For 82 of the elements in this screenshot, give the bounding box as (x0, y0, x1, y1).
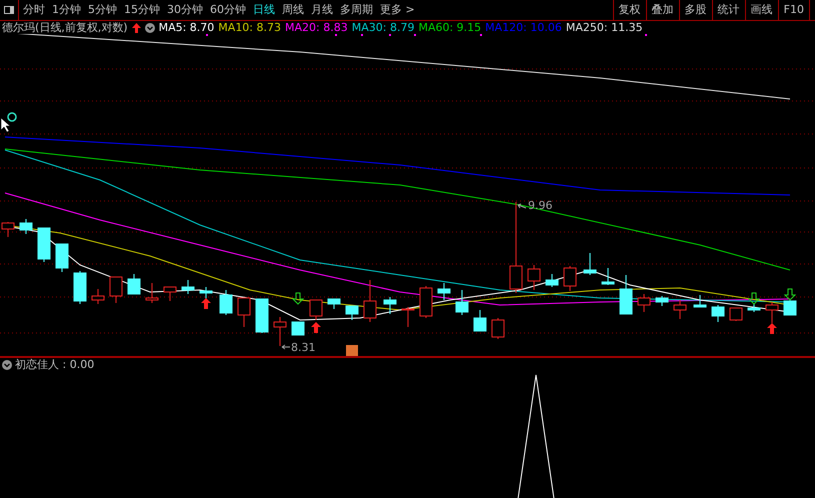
period-tab[interactable]: 多周期 (340, 2, 373, 18)
period-tab[interactable]: 更多 > (380, 2, 415, 18)
toolbar-button[interactable]: 统计 (712, 0, 745, 20)
candlestick (656, 296, 668, 306)
candlestick (146, 282, 158, 304)
down-arrow-icon (292, 292, 304, 305)
toolbar-button[interactable]: 画线 (744, 0, 778, 20)
candlestick (766, 302, 778, 324)
candlestick (56, 244, 68, 272)
candlestick (420, 286, 432, 318)
candlestick (328, 298, 340, 310)
candlestick (20, 218, 32, 234)
period-tab[interactable]: 分时 (23, 2, 45, 18)
chevron-circle-icon[interactable] (144, 22, 155, 32)
period-tab[interactable]: 5分钟 (88, 2, 117, 18)
candlestick (364, 280, 376, 322)
up-arrow-icon (767, 323, 777, 334)
ma-value: MA20: 8.83 (285, 21, 348, 34)
candlestick (456, 290, 468, 316)
candlestick (694, 294, 706, 308)
period-tab[interactable]: 日线 (253, 2, 275, 18)
candlestick (528, 264, 540, 290)
candlestick (128, 274, 140, 294)
period-tab[interactable]: 周线 (282, 2, 304, 18)
leader-line (282, 344, 290, 350)
ma-value: MA120: 10.06 (485, 21, 562, 34)
candlestick (292, 322, 304, 336)
candlestick (346, 306, 358, 320)
candlestick (546, 274, 558, 288)
toolbar-button[interactable]: 多股 (678, 0, 712, 20)
toolbar-button[interactable]: 叠加 (646, 0, 679, 20)
candlestick (748, 304, 760, 312)
ma-value: MA250: 11.35 (566, 21, 643, 34)
period-tab[interactable]: 30分钟 (167, 2, 203, 18)
candlestick (38, 228, 50, 262)
chart-title: 德尔玛(日线,前复权,对数) (2, 21, 128, 34)
leader-line (518, 204, 526, 208)
ma-value: MA60: 9.15 (418, 21, 482, 34)
candlestick (674, 300, 686, 320)
high-price-label: 9.96 (528, 199, 552, 212)
toolbar-button[interactable]: F10 (778, 0, 809, 20)
candlestick (238, 298, 250, 328)
indicator-label: 初恋佳人 : 0.00 (15, 356, 94, 373)
ma-value: MA10: 8.73 (218, 21, 282, 34)
period-tab[interactable]: 1分钟 (52, 2, 81, 18)
candlestick (620, 274, 632, 314)
period-tab[interactable]: 月线 (311, 2, 333, 18)
candlestick (200, 286, 212, 300)
candlestick (182, 280, 194, 294)
down-arrow-icon (748, 292, 760, 305)
candlestick (730, 308, 742, 322)
candlestick (584, 252, 596, 276)
candlestick (402, 306, 414, 328)
candlestick (438, 282, 450, 300)
candlestick (110, 276, 122, 304)
candlestick (564, 266, 576, 292)
low-price-label: 8.31 (291, 341, 316, 354)
candlestick (474, 310, 486, 332)
candlestick (164, 286, 176, 302)
ma-value: MA5: 8.70 (158, 21, 214, 34)
candlestick (384, 296, 396, 314)
period-tab[interactable]: 15分钟 (124, 2, 160, 18)
ring-icon (7, 112, 17, 122)
candlestick (256, 298, 268, 334)
up-arrow-icon (132, 22, 141, 32)
down-arrow-icon (784, 288, 796, 301)
candlestick (74, 270, 86, 304)
candlestick (784, 300, 796, 316)
candlestick (602, 268, 614, 286)
candlestick (492, 318, 504, 340)
ma-value: MA30: 8.79 (352, 21, 414, 34)
candlestick (274, 316, 286, 346)
up-arrow-icon (311, 322, 321, 333)
up-arrow-icon (201, 298, 211, 309)
candlestick (220, 290, 232, 316)
toolbar-button[interactable]: 复权 (612, 0, 646, 20)
candlestick (310, 300, 322, 320)
candlestick (638, 294, 650, 312)
chevron-circle-icon[interactable] (2, 360, 12, 370)
candlestick (92, 288, 104, 304)
period-tab[interactable]: 60分钟 (210, 2, 246, 18)
candlestick (712, 304, 724, 322)
